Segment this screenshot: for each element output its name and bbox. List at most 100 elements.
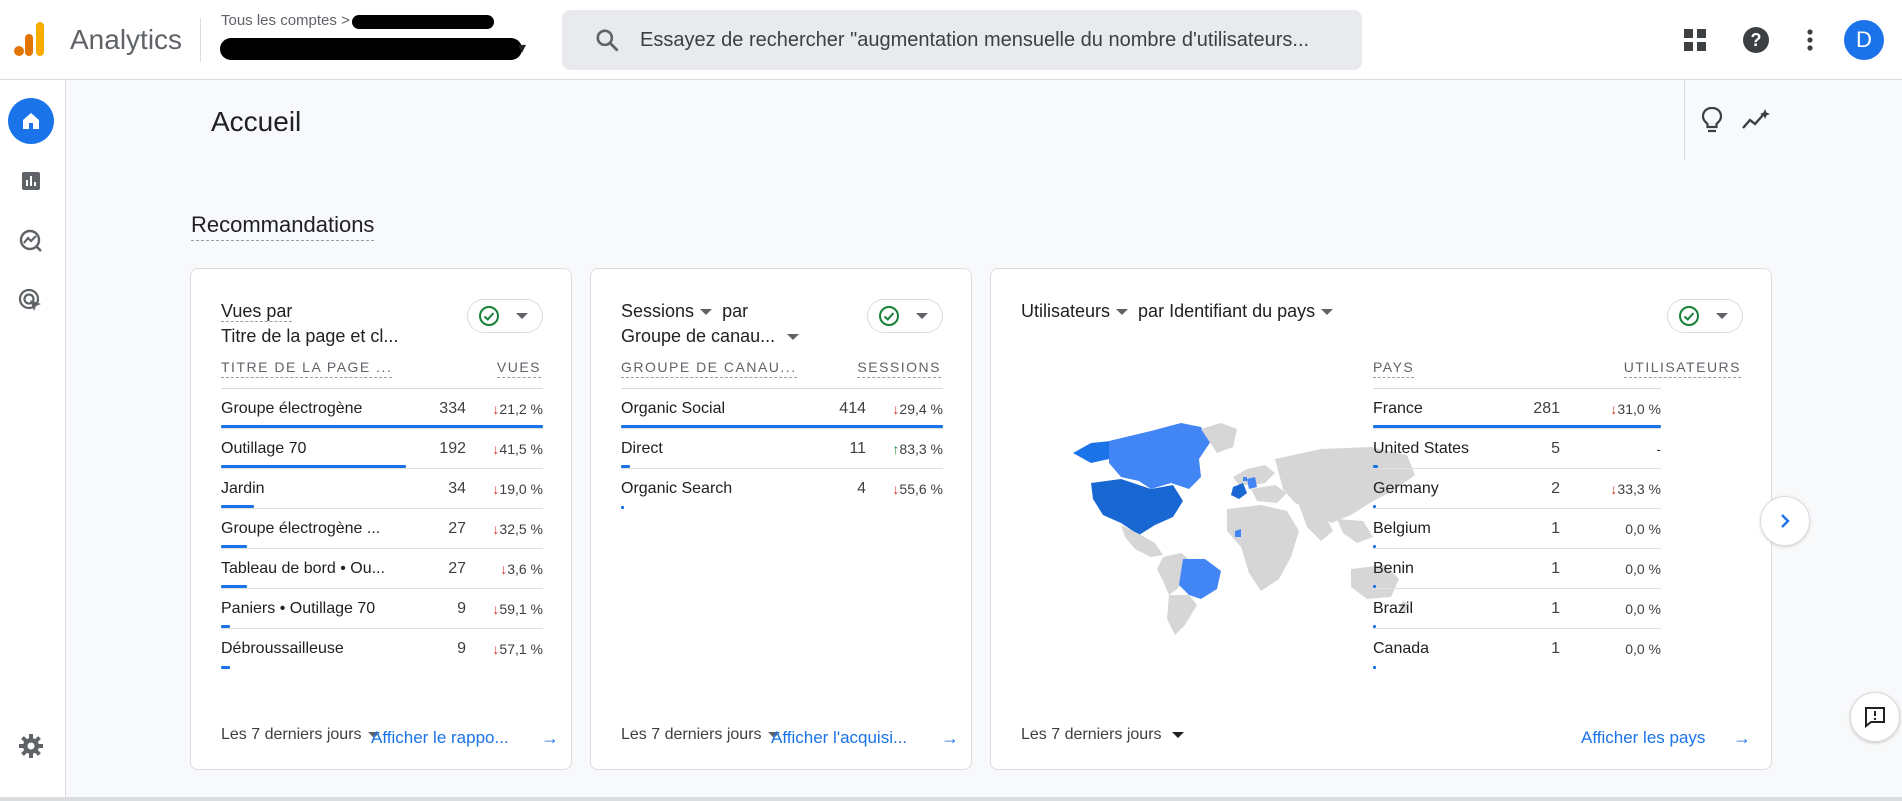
row-label: Tableau de bord • Ou... (221, 560, 385, 577)
row-label: Organic Social (621, 400, 726, 417)
column-header-metric[interactable]: UTILISATEURS (1623, 359, 1741, 378)
map-region-europe-south[interactable] (1251, 485, 1287, 503)
insights-icon[interactable] (1740, 104, 1772, 136)
analytics-logo[interactable] (14, 22, 46, 56)
page-title: Accueil (211, 106, 302, 137)
row-change: 0,0 % (1625, 521, 1661, 537)
account-breadcrumb[interactable]: Tous les comptes > (221, 12, 350, 29)
column-header-metric[interactable]: VUES (496, 359, 541, 378)
view-report-link[interactable]: Afficher le rappo... (371, 728, 509, 748)
table-row[interactable]: Outillage 70 192 ↓41,5 % (221, 429, 543, 469)
table-row[interactable]: Organic Social 414 ↓29,4 % (621, 389, 943, 429)
card-metric-label[interactable]: Utilisateurs (1021, 301, 1110, 321)
table-row[interactable]: France 281 ↓31,0 % (1373, 389, 1661, 429)
avatar[interactable]: D (1844, 20, 1884, 60)
arrow-right-icon[interactable]: → (941, 728, 959, 749)
more-vert-icon[interactable] (1790, 20, 1830, 60)
date-range-selector[interactable]: Les 7 derniers jours (621, 726, 780, 744)
card-metric-label[interactable]: Vues par (221, 301, 293, 322)
row-label: Outillage 70 (221, 440, 307, 457)
date-range-selector[interactable]: Les 7 derniers jours (1021, 726, 1184, 744)
search-input[interactable] (640, 10, 1340, 70)
feedback-button[interactable] (1850, 692, 1900, 742)
table-row[interactable]: Direct 11 ↑83,3 % (621, 429, 943, 469)
next-card-button[interactable] (1760, 496, 1810, 546)
map-region-brazil[interactable] (1179, 559, 1221, 599)
status-check-dropdown[interactable] (467, 299, 543, 333)
chevron-down-icon[interactable] (1321, 309, 1334, 316)
map-region-belgium[interactable] (1243, 477, 1247, 481)
row-share-bar (1373, 545, 1376, 548)
table-row[interactable]: United States 5 - (1373, 429, 1661, 469)
breadcrumb-separator: > (341, 12, 350, 29)
table-row[interactable]: Tableau de bord • Ou... 27 ↓3,6 % (221, 549, 543, 589)
column-header-metric[interactable]: SESSIONS (857, 359, 941, 378)
table-row[interactable]: Débroussailleuse 9 ↓57,1 % (221, 629, 543, 669)
card-title[interactable]: Sessions par Groupe de canau... (621, 299, 800, 349)
row-value: 4 (857, 480, 866, 497)
advertising-nav-button[interactable] (8, 278, 54, 324)
row-share-bar (621, 506, 624, 509)
table-row[interactable]: Organic Search 4 ↓55,6 % (621, 469, 943, 509)
column-header-dimension[interactable]: TITRE DE LA PAGE ... (221, 359, 393, 378)
view-acquisition-link[interactable]: Afficher l'acquisi... (771, 728, 907, 748)
property-dropdown-icon[interactable]: ▾ (518, 38, 526, 58)
home-nav-button[interactable] (8, 98, 54, 144)
card-metric-label[interactable]: Sessions (621, 301, 694, 321)
arrow-right-icon[interactable]: → (541, 728, 559, 749)
map-region-south-america-south[interactable] (1167, 595, 1197, 635)
card-title[interactable]: Utilisateurs par Identifiant du pays (1021, 299, 1334, 324)
map-region-africa[interactable] (1227, 505, 1299, 591)
table-row[interactable]: Groupe électrogène ... 27 ↓32,5 % (221, 509, 543, 549)
row-label: Brazil (1373, 600, 1414, 617)
date-range-selector[interactable]: Les 7 derniers jours (221, 726, 380, 744)
table-row[interactable]: Brazil 1 0,0 % (1373, 589, 1661, 629)
chevron-down-icon[interactable] (787, 334, 800, 341)
table-row[interactable]: Canada 1 0,0 % (1373, 629, 1661, 669)
row-value: 1 (1551, 600, 1560, 617)
check-circle-icon (479, 306, 499, 326)
row-change: ↓31,0 % (1610, 401, 1661, 417)
table-row[interactable]: Belgium 1 0,0 % (1373, 509, 1661, 549)
reports-nav-button[interactable] (8, 158, 54, 204)
table-row[interactable]: Benin 1 0,0 % (1373, 549, 1661, 589)
search-bar[interactable] (562, 10, 1362, 70)
redacted-property-name[interactable] (220, 38, 522, 60)
world-map[interactable] (1051, 419, 1421, 639)
map-region-united-states[interactable] (1091, 479, 1183, 535)
table-row[interactable]: Groupe électrogène 334 ↓21,2 % (221, 389, 543, 429)
target-cursor-icon (18, 288, 41, 311)
map-region-canada[interactable] (1109, 423, 1211, 489)
row-value: 1 (1551, 520, 1560, 537)
date-range-label: Les 7 derniers jours (221, 726, 362, 743)
row-share-bar (621, 425, 943, 428)
table-row[interactable]: Germany 2 ↓33,3 % (1373, 469, 1661, 509)
lightbulb-icon[interactable] (1696, 104, 1728, 136)
card-dimension-label[interactable]: par Identifiant du pays (1138, 301, 1315, 321)
admin-settings-button[interactable] (8, 723, 54, 769)
apps-grid-icon[interactable] (1675, 20, 1715, 60)
row-change-value: 0,0 % (1625, 561, 1661, 577)
explore-nav-button[interactable] (8, 218, 54, 264)
chevron-down-icon[interactable] (1116, 309, 1129, 316)
row-label: Paniers • Outillage 70 (221, 600, 376, 617)
status-check-dropdown[interactable] (1667, 299, 1743, 333)
card-dimension-label[interactable]: Groupe de canau... (621, 326, 775, 346)
row-share-bar (221, 465, 406, 468)
map-region-france[interactable] (1231, 483, 1247, 499)
map-region-southeast-asia[interactable] (1337, 519, 1373, 543)
chevron-down-icon (1171, 731, 1184, 738)
row-change: ↓59,1 % (492, 601, 543, 617)
column-header-dimension[interactable]: PAYS (1373, 359, 1415, 378)
help-icon[interactable]: ? (1736, 20, 1776, 60)
arrow-right-icon[interactable]: → (1733, 728, 1751, 749)
table-row[interactable]: Paniers • Outillage 70 9 ↓59,1 % (221, 589, 543, 629)
card-title[interactable]: Vues par Titre de la page et cl... (221, 299, 398, 349)
view-countries-link[interactable]: Afficher les pays (1581, 728, 1705, 748)
card-dimension-label[interactable]: Titre de la page et cl... (221, 326, 398, 346)
column-header-dimension[interactable]: GROUPE DE CANAU... (621, 359, 797, 378)
status-check-dropdown[interactable] (867, 299, 943, 333)
table-row[interactable]: Jardin 34 ↓19,0 % (221, 469, 543, 509)
chevron-down-icon[interactable] (700, 309, 713, 316)
row-share-bar (1373, 625, 1376, 628)
